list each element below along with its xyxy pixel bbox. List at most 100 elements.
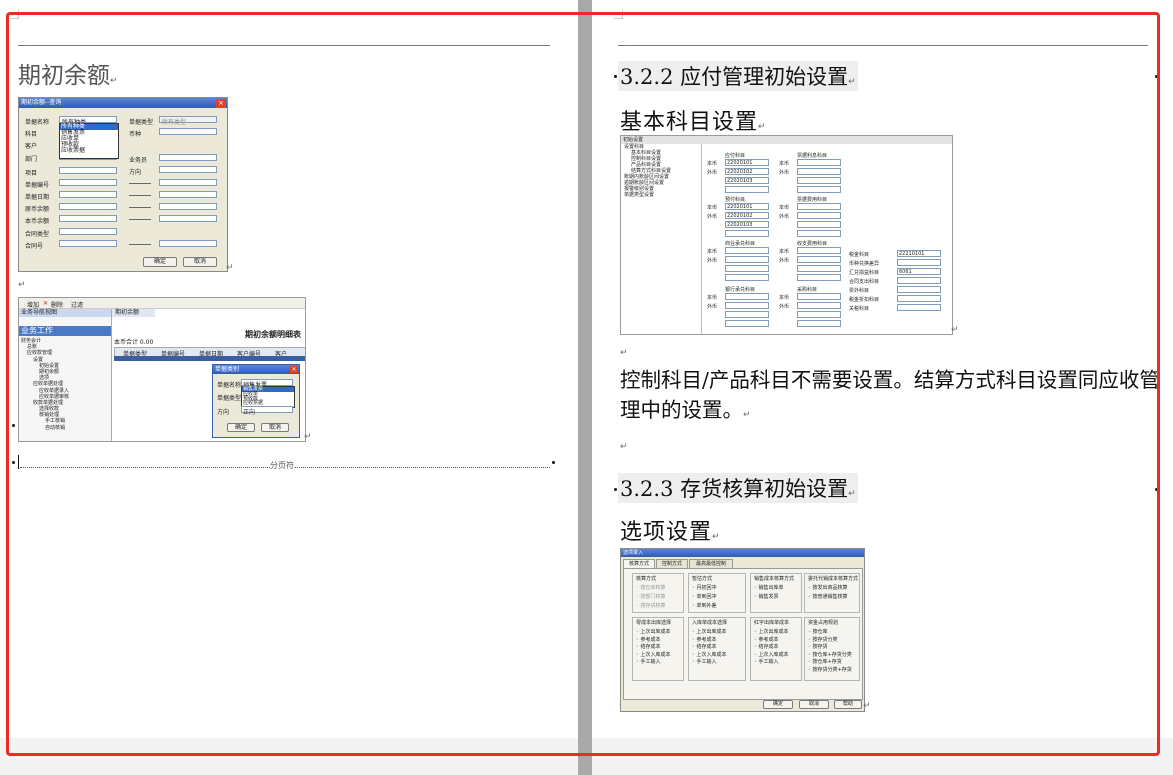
nav-item[interactable]: 自动核销 bbox=[19, 425, 111, 431]
salesman-field[interactable] bbox=[159, 154, 217, 161]
option-radio[interactable]: ◦ 按存货核算 bbox=[636, 602, 666, 609]
option-radio[interactable]: ◦ 手工输入 bbox=[754, 658, 779, 665]
account-field[interactable] bbox=[725, 302, 769, 309]
account-field[interactable] bbox=[725, 247, 769, 254]
right-field[interactable]: 6061 bbox=[897, 268, 941, 275]
currency-select[interactable] bbox=[159, 128, 217, 135]
account-field[interactable] bbox=[797, 320, 841, 327]
account-field[interactable] bbox=[797, 311, 841, 318]
option-radio[interactable]: ◦ 月初回冲 bbox=[692, 584, 717, 591]
option-radio[interactable]: ◦ 结存成本 bbox=[636, 643, 661, 650]
account-field[interactable]: 22020103 bbox=[725, 221, 769, 228]
doc-name-dropdown[interactable]: 所有种类 销售发票 应收单 预收款 应收票据 bbox=[59, 123, 119, 159]
option-radio[interactable]: ◦ 按仓库+存货 bbox=[808, 658, 842, 665]
account-field[interactable] bbox=[725, 311, 769, 318]
option-radio[interactable]: ◦ 按存货分类 bbox=[808, 636, 838, 643]
option-radio[interactable]: ◦ 上次入库成本 bbox=[754, 651, 789, 658]
account-field[interactable]: 22020101 bbox=[725, 203, 769, 210]
option-radio[interactable]: ◦ 上次出库成本 bbox=[692, 628, 727, 635]
add-button[interactable]: 增加 bbox=[27, 300, 39, 309]
right-field[interactable]: 22210101 bbox=[897, 250, 941, 257]
cancel-button[interactable]: 取消 bbox=[799, 700, 829, 709]
option-radio[interactable]: ◦ 单到回冲 bbox=[692, 593, 717, 600]
ok-button[interactable]: 确定 bbox=[143, 257, 177, 267]
account-field[interactable] bbox=[797, 203, 841, 210]
cancel-button[interactable]: 取消 bbox=[183, 257, 217, 267]
option-radio[interactable]: ◦ 上次出库成本 bbox=[754, 628, 789, 635]
ok-button[interactable]: 确定 bbox=[227, 423, 255, 432]
popup-name-select[interactable]: 销售发票 bbox=[241, 379, 293, 389]
account-field[interactable] bbox=[725, 274, 769, 281]
close-icon[interactable]: × bbox=[216, 99, 226, 108]
account-field[interactable] bbox=[725, 265, 769, 272]
option-radio[interactable]: ◦ 参考成本 bbox=[754, 636, 779, 643]
option-radio[interactable]: ◦ 按仓库核算 bbox=[636, 584, 666, 591]
option-radio[interactable]: ◦ 按存货 bbox=[808, 643, 828, 650]
option-radio[interactable]: ◦ 上次入库成本 bbox=[692, 651, 727, 658]
account-field[interactable] bbox=[797, 247, 841, 254]
account-field[interactable] bbox=[797, 265, 841, 272]
range-field[interactable] bbox=[159, 215, 217, 222]
dialog-field[interactable] bbox=[59, 167, 117, 174]
right-field[interactable] bbox=[897, 259, 941, 266]
doc-type-select[interactable]: 所有类型 bbox=[159, 116, 217, 126]
option-radio[interactable]: ◦ 按存货分类+存货 bbox=[808, 666, 852, 673]
range-field[interactable] bbox=[159, 179, 217, 186]
cancel-button[interactable]: 取消 bbox=[261, 423, 289, 432]
close-icon[interactable]: × bbox=[290, 366, 298, 373]
account-field[interactable] bbox=[725, 186, 769, 193]
doc-name-select[interactable]: 所有种类 bbox=[59, 116, 117, 126]
account-field[interactable] bbox=[725, 230, 769, 237]
option-radio[interactable]: ◦ 按仓库+存货分类 bbox=[808, 651, 852, 658]
option-radio[interactable]: ◦ 销售发票 bbox=[754, 593, 779, 600]
account-field[interactable]: 22020101 bbox=[725, 159, 769, 166]
filter-button[interactable]: 过滤 bbox=[71, 300, 83, 309]
ok-button[interactable]: 确定 bbox=[763, 700, 793, 709]
dialog-field[interactable] bbox=[59, 215, 117, 222]
range-field[interactable] bbox=[159, 240, 217, 247]
option-radio[interactable]: ◦ 按发出商品核算 bbox=[808, 584, 848, 591]
account-field[interactable]: 22020103 bbox=[725, 177, 769, 184]
option-radio[interactable]: ◦ 参考成本 bbox=[636, 636, 661, 643]
account-field[interactable]: 22020102 bbox=[725, 168, 769, 175]
account-field[interactable] bbox=[725, 293, 769, 300]
account-field[interactable] bbox=[797, 230, 841, 237]
right-field[interactable] bbox=[897, 277, 941, 284]
right-field[interactable] bbox=[897, 295, 941, 302]
option-radio[interactable]: ◦ 参考成本 bbox=[692, 636, 717, 643]
popup-dropdown[interactable]: 销售发票 应收单 预收款 应收票据 bbox=[241, 386, 295, 408]
option-radio[interactable]: ◦ 上次出库成本 bbox=[636, 628, 671, 635]
account-field[interactable] bbox=[725, 256, 769, 263]
range-field[interactable] bbox=[159, 203, 217, 210]
account-field[interactable] bbox=[797, 221, 841, 228]
dialog-field[interactable] bbox=[59, 228, 117, 235]
option-radio[interactable]: ◦ 单到补差 bbox=[692, 602, 717, 609]
help-button[interactable]: 帮助 bbox=[834, 700, 862, 709]
account-field[interactable] bbox=[797, 186, 841, 193]
account-field[interactable]: 22020102 bbox=[725, 212, 769, 219]
option-radio[interactable]: ◦ 结存成本 bbox=[754, 643, 779, 650]
option-radio[interactable]: ◦ 按仓库 bbox=[808, 628, 828, 635]
account-field[interactable] bbox=[797, 274, 841, 281]
option-radio[interactable]: ◦ 按部门核算 bbox=[636, 593, 666, 600]
account-field[interactable] bbox=[797, 302, 841, 309]
right-field[interactable] bbox=[897, 286, 941, 293]
dialog-field[interactable] bbox=[59, 240, 117, 247]
account-field[interactable] bbox=[797, 177, 841, 184]
account-field[interactable] bbox=[797, 168, 841, 175]
option-radio[interactable]: ◦ 手工输入 bbox=[636, 658, 661, 665]
account-field[interactable] bbox=[725, 320, 769, 327]
dropdown-option[interactable]: 应收票据 bbox=[60, 148, 118, 154]
account-field[interactable] bbox=[797, 159, 841, 166]
account-field[interactable] bbox=[797, 212, 841, 219]
option-radio[interactable]: ◦ 手工输入 bbox=[692, 658, 717, 665]
tree-item[interactable]: 单据类型设置 bbox=[621, 192, 701, 198]
option-radio[interactable]: ◦ 按普通销售核算 bbox=[808, 593, 848, 600]
account-field[interactable] bbox=[797, 256, 841, 263]
popup-direction-select[interactable]: 正向 bbox=[241, 406, 293, 416]
direction-select[interactable] bbox=[159, 166, 217, 173]
right-field[interactable] bbox=[897, 304, 941, 311]
tab-opening-balance[interactable]: 期初余额 bbox=[112, 309, 155, 317]
dialog-field[interactable] bbox=[59, 179, 117, 186]
delete-button[interactable]: 删除 bbox=[51, 300, 63, 309]
